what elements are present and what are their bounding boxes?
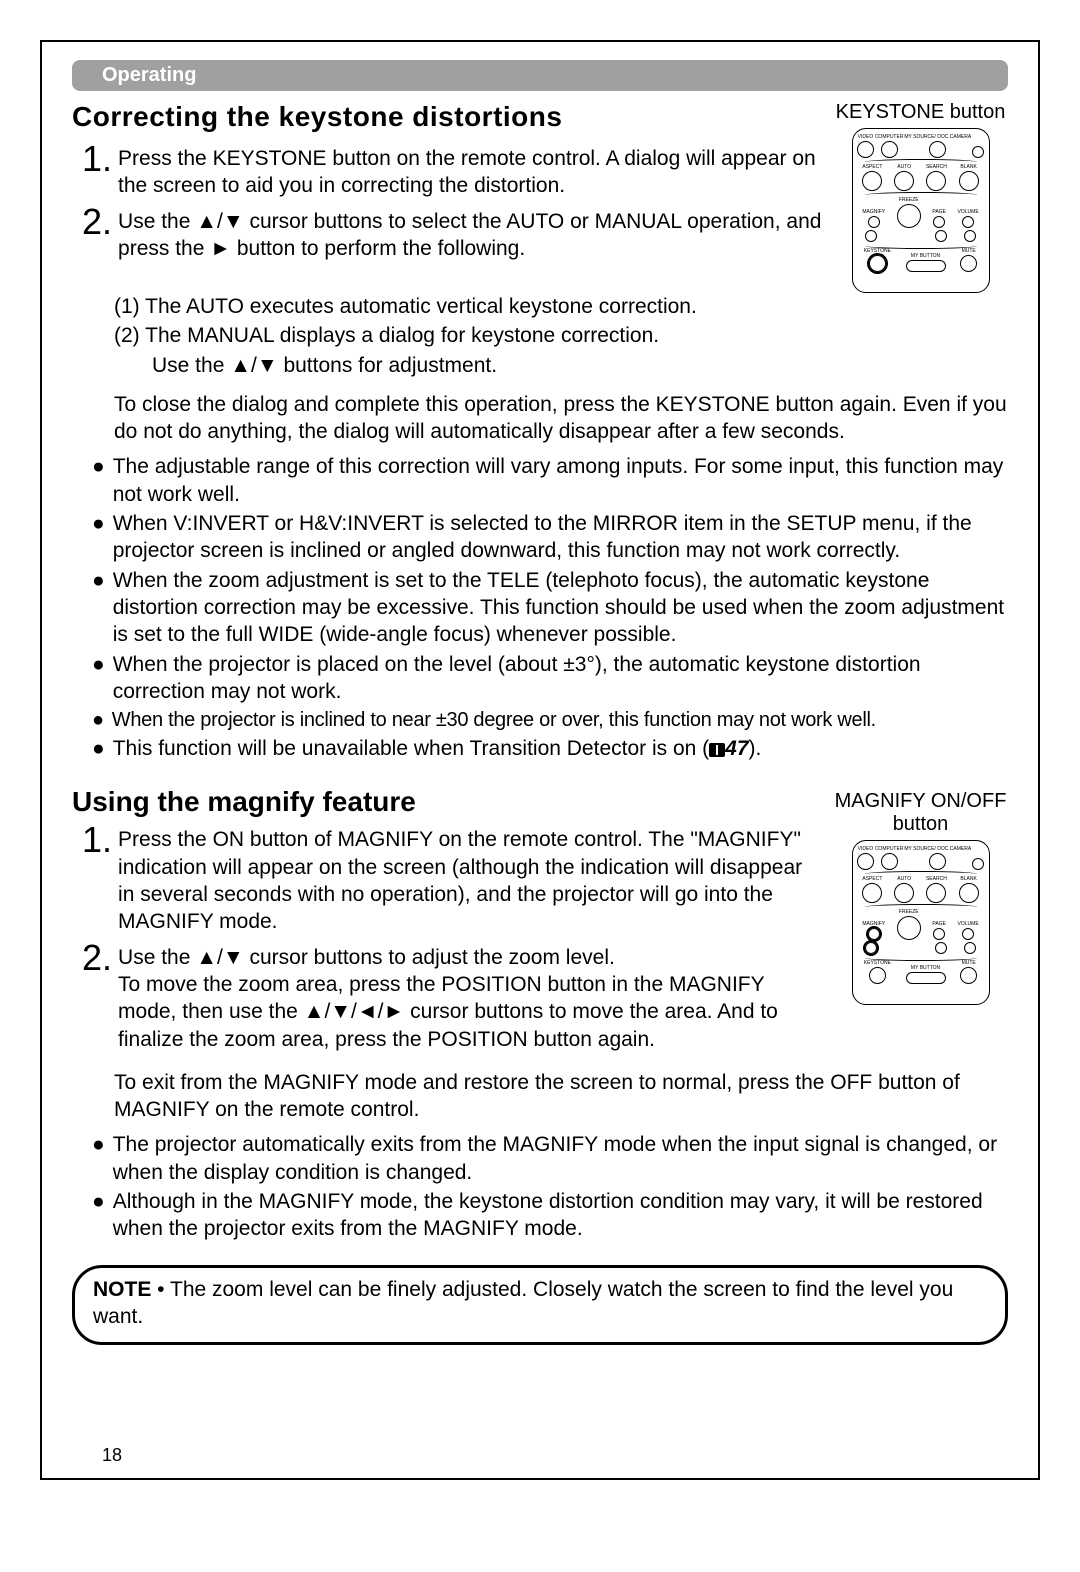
- bullet: ●The adjustable range of this correction…: [72, 453, 1008, 508]
- remote-btn-search: [926, 883, 946, 903]
- remote-btn-aspect: [862, 883, 882, 903]
- remote-btn-blank: [959, 883, 979, 903]
- remote-btn-mute: [960, 967, 977, 984]
- remote-btn-mybutton: [906, 972, 946, 984]
- step-text: Use the ▲/▼ cursor buttons to select the…: [118, 204, 823, 263]
- remote-btn-mysource: [929, 853, 946, 870]
- remote-btn-mute: [960, 255, 977, 272]
- remote-btn-computer: [881, 853, 898, 870]
- remote-btn-volume-up: [962, 216, 974, 228]
- step-text: Use the ▲/▼ cursor buttons to adjust the…: [118, 940, 823, 1053]
- remote-illustration-magnify: VIDEO COMPUTER MY SOURCE/ DOC.CAMERA ASP…: [852, 840, 990, 1005]
- keystone-heading: Correcting the keystone distortions: [72, 101, 823, 133]
- remote-illustration-keystone: VIDEO COMPUTER MY SOURCE/ DOC.CAMERA ASP…: [852, 128, 990, 293]
- keystone-step-1: 1. Press the KEYSTONE button on the remo…: [72, 141, 823, 200]
- remote-btn-magnify-on: [868, 928, 880, 940]
- section-header: Operating: [72, 60, 1008, 91]
- remote-btn-magnify-off: [865, 230, 877, 242]
- remote-btn-video: [857, 853, 874, 870]
- magnify-heading: Using the magnify feature: [72, 786, 823, 818]
- keystone-button-label: KEYSTONE button: [833, 101, 1008, 124]
- remote-btn-keystone: [869, 255, 886, 272]
- bullet-with-ref: ●This function will be unavailable when …: [72, 735, 1008, 762]
- bullet: ●When V:INVERT or H&V:INVERT is selected…: [72, 510, 1008, 565]
- remote-btn-blank: [959, 171, 979, 191]
- remote-btn-magnify-on: [868, 216, 880, 228]
- magnify-button-label: MAGNIFY ON/OFF button: [833, 790, 1008, 836]
- bullet: ●Although in the MAGNIFY mode, the keyst…: [72, 1188, 1008, 1243]
- remote-btn-page-down: [935, 230, 947, 242]
- magnify-step-1: 1. Press the ON button of MAGNIFY on the…: [72, 822, 823, 935]
- bullet: ●When the projector is inclined to near …: [72, 707, 1008, 733]
- page-number: 18: [102, 1445, 122, 1466]
- remote-btn-volume-down: [964, 230, 976, 242]
- remote-btn-keystone: [869, 967, 886, 984]
- keystone-sub-2b: Use the ▲/▼ buttons for adjustment.: [72, 352, 1008, 379]
- note-box: NOTE • The zoom level can be finely adju…: [72, 1265, 1008, 1346]
- keystone-step-2: 2. Use the ▲/▼ cursor buttons to select …: [72, 204, 823, 263]
- remote-btn-power: [972, 146, 984, 158]
- book-icon: [709, 743, 725, 757]
- keystone-close-para: To close the dialog and complete this op…: [72, 391, 1008, 446]
- remote-btn-search: [926, 171, 946, 191]
- note-label: NOTE: [93, 1278, 151, 1301]
- remote-btn-freeze: [897, 916, 921, 940]
- note-text: • The zoom level can be finely adjusted.…: [93, 1278, 953, 1328]
- magnify-exit-para: To exit from the MAGNIFY mode and restor…: [72, 1069, 1008, 1124]
- remote-btn-aspect: [862, 171, 882, 191]
- remote-btn-auto: [894, 171, 914, 191]
- remote-btn-page-up: [933, 928, 945, 940]
- keystone-sub-2a: (2) The MANUAL displays a dialog for key…: [72, 322, 1008, 349]
- bullet: ●The projector automatically exits from …: [72, 1131, 1008, 1186]
- bullet: ●When the zoom adjustment is set to the …: [72, 567, 1008, 649]
- step-text: Press the ON button of MAGNIFY on the re…: [118, 822, 823, 935]
- remote-btn-freeze: [897, 204, 921, 228]
- remote-btn-magnify-off: [865, 942, 877, 954]
- remote-btn-video: [857, 141, 874, 158]
- remote-btn-auto: [894, 883, 914, 903]
- remote-btn-mysource: [929, 141, 946, 158]
- bullet: ●When the projector is placed on the lev…: [72, 651, 1008, 706]
- remote-btn-mybutton: [906, 260, 946, 272]
- remote-btn-page-down: [935, 942, 947, 954]
- remote-btn-volume-up: [962, 928, 974, 940]
- remote-btn-power: [972, 858, 984, 870]
- magnify-step-2: 2. Use the ▲/▼ cursor buttons to adjust …: [72, 940, 823, 1053]
- keystone-sub-1: (1) The AUTO executes automatic vertical…: [72, 293, 1008, 320]
- remote-btn-computer: [881, 141, 898, 158]
- step-text: Press the KEYSTONE button on the remote …: [118, 141, 823, 200]
- remote-btn-page-up: [933, 216, 945, 228]
- remote-btn-volume-down: [964, 942, 976, 954]
